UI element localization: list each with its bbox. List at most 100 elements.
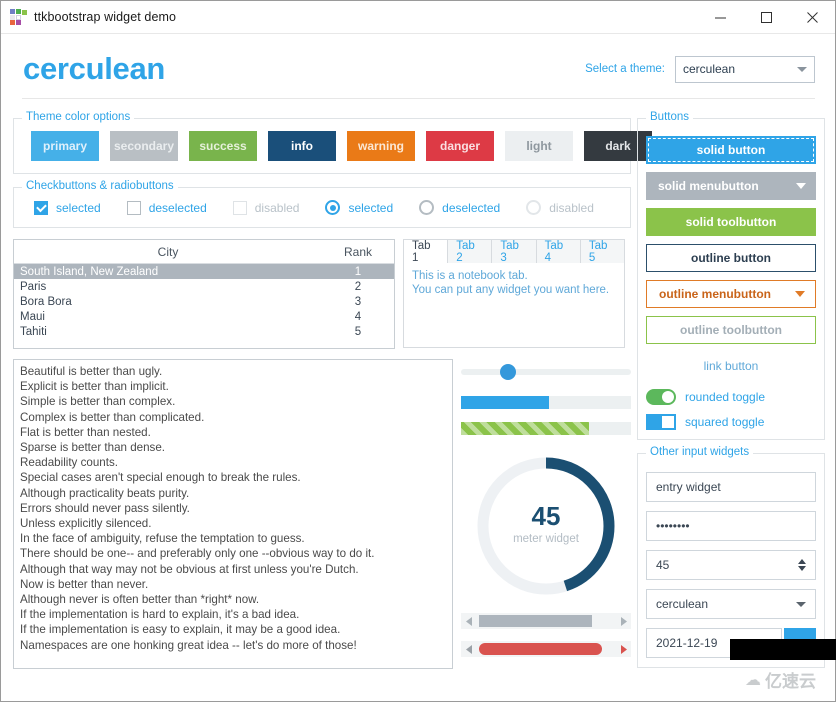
table-row[interactable]: Tahiti 5 xyxy=(14,324,394,339)
text-line: Sparse is better than dense. xyxy=(20,441,166,455)
chevron-down-icon xyxy=(796,601,806,607)
table-row[interactable]: Bora Bora 3 xyxy=(14,294,394,309)
scrollbar-round-thumb[interactable] xyxy=(479,643,603,655)
scroll-left-arrow-danger-icon[interactable] xyxy=(461,641,477,657)
zen-textbox[interactable]: Beautiful is better than ugly. Explicit i… xyxy=(13,359,453,669)
scrollbar-round[interactable] xyxy=(461,641,631,657)
swatch-button-secondary[interactable]: secondary xyxy=(110,131,178,161)
checkbox-icon[interactable] xyxy=(126,200,141,215)
rounded-toggle-switch[interactable] xyxy=(646,389,676,405)
chevron-down-icon[interactable] xyxy=(798,566,806,571)
outline-menubutton[interactable]: outline menubutton xyxy=(646,280,816,308)
radio-icon[interactable] xyxy=(419,200,435,215)
window-title: ttkbootstrap widget demo xyxy=(34,10,177,24)
squared-toggle-switch[interactable] xyxy=(646,414,676,430)
tab-2[interactable]: Tab 2 xyxy=(448,239,493,264)
tab-3[interactable]: Tab 3 xyxy=(492,239,537,264)
text-line: Although practicality beats purity. xyxy=(20,486,190,500)
swatch-button-light[interactable]: light xyxy=(505,131,573,161)
checkbutton-selected-on[interactable]: selected xyxy=(34,200,101,215)
text-line: Errors should never pass silently. xyxy=(20,501,190,515)
checkbox-icon[interactable] xyxy=(34,200,48,215)
scrollbar-round-trough[interactable] xyxy=(477,641,615,657)
scrollbar-square-thumb[interactable] xyxy=(479,615,592,627)
swatch-button-danger[interactable]: danger xyxy=(426,131,494,161)
solid-menubutton-label: solid menubutton xyxy=(658,179,759,193)
scrollbar-square-trough[interactable] xyxy=(477,613,615,629)
swatch-button-success[interactable]: success xyxy=(189,131,257,161)
other-input-widgets-title: Other input widgets xyxy=(646,446,754,458)
radio-icon xyxy=(526,200,542,215)
meter-value: 45 xyxy=(531,501,561,531)
brand-title: cerculean xyxy=(23,51,166,86)
middle-widgets-column: 45 meter widget xyxy=(461,359,631,669)
option-label: disabled xyxy=(549,200,594,215)
scale-slider[interactable] xyxy=(461,361,631,383)
solid-menubutton[interactable]: solid menubutton xyxy=(646,172,816,200)
squared-toggle-row[interactable]: squared toggle xyxy=(646,414,816,430)
chevron-up-icon[interactable] xyxy=(798,559,806,564)
tab-5[interactable]: Tab 5 xyxy=(580,239,626,264)
cloud-icon: ☁ xyxy=(745,670,761,689)
treeview-body: South Island, New Zealand 1 Paris 2 Bora Bor… xyxy=(14,264,394,339)
swatch-label: warning xyxy=(358,139,405,153)
radio-icon[interactable] xyxy=(325,200,341,215)
solid-button[interactable]: solid button xyxy=(646,136,816,164)
table-row[interactable]: South Island, New Zealand 1 xyxy=(14,264,394,279)
text-line: Special cases aren't special enough to b… xyxy=(20,471,301,485)
window-controls xyxy=(697,1,835,34)
progressbar-solid xyxy=(461,396,631,409)
city-treeview[interactable]: City Rank South Island, New Zealand 1 Pari… xyxy=(13,239,395,349)
spinbox-field[interactable]: 45 xyxy=(646,550,816,580)
scrollbar-square[interactable] xyxy=(461,613,631,629)
chevron-down-icon xyxy=(797,66,807,72)
solid-toolbutton[interactable]: solid toolbutton xyxy=(646,208,816,236)
buttons-group: Buttons solid button solid menubutton so… xyxy=(637,111,825,440)
tab-4[interactable]: Tab 4 xyxy=(536,239,581,264)
scroll-right-arrow-icon[interactable] xyxy=(615,613,631,629)
theme-label: Select a theme: xyxy=(585,63,665,75)
password-field[interactable]: •••••••• xyxy=(646,511,816,541)
theme-combobox-secondary[interactable]: cerculean xyxy=(646,589,816,619)
checkbutton-deselected-off[interactable]: deselected xyxy=(126,200,207,215)
password-field-value: •••••••• xyxy=(656,519,690,533)
radiobutton-deselected-off[interactable]: deselected xyxy=(419,200,500,215)
link-button[interactable]: link button xyxy=(646,352,816,380)
tab-1[interactable]: Tab 1 xyxy=(403,239,449,264)
close-button[interactable] xyxy=(789,1,835,34)
treeview-header: City Rank xyxy=(14,240,394,264)
cell-city: Maui xyxy=(20,310,45,323)
maximize-button[interactable] xyxy=(743,1,789,34)
outline-button-label: outline button xyxy=(691,251,771,265)
swatch-button-primary[interactable]: primary xyxy=(31,131,99,161)
check-radio-list: selected deselected disabled selected desele… xyxy=(22,197,622,218)
text-line: Complex is better than complicated. xyxy=(20,410,205,424)
table-row[interactable]: Maui 4 xyxy=(14,309,394,324)
app-window: ttkbootstrap widget demo cerculean Selec… xyxy=(0,0,836,702)
theme-color-options-title: Theme color options xyxy=(22,111,135,123)
table-row[interactable]: Paris 2 xyxy=(14,279,394,294)
text-line: Simple is better than complex. xyxy=(20,395,176,409)
scroll-left-arrow-icon[interactable] xyxy=(461,613,477,629)
text-line: Flat is better than nested. xyxy=(20,425,151,439)
rounded-toggle-row[interactable]: rounded toggle xyxy=(646,389,816,405)
minimize-button[interactable] xyxy=(697,1,743,34)
theme-combobox[interactable]: cerculean xyxy=(675,55,815,83)
swatch-button-warning[interactable]: warning xyxy=(347,131,415,161)
column-header-rank[interactable]: Rank xyxy=(322,240,394,263)
text-line: Readability counts. xyxy=(20,456,118,470)
swatch-button-info[interactable]: info xyxy=(268,131,336,161)
column-header-city[interactable]: City xyxy=(14,240,322,263)
entry-field[interactable]: entry widget xyxy=(646,472,816,502)
outline-toolbutton[interactable]: outline toolbutton xyxy=(646,316,816,344)
text-line: Although that way may not be obvious at … xyxy=(20,562,359,576)
radiobutton-selected-on[interactable]: selected xyxy=(325,200,393,215)
checkbox-icon xyxy=(232,200,247,215)
progressbar-solid-fill xyxy=(461,396,550,409)
scroll-right-arrow-danger-icon[interactable] xyxy=(615,641,631,657)
option-label: selected xyxy=(56,200,101,215)
scale-knob[interactable] xyxy=(499,364,516,380)
checkbutton-disabled-disabled: disabled xyxy=(232,200,299,215)
spinbox-arrows[interactable] xyxy=(798,559,806,571)
outline-button[interactable]: outline button xyxy=(646,244,816,272)
